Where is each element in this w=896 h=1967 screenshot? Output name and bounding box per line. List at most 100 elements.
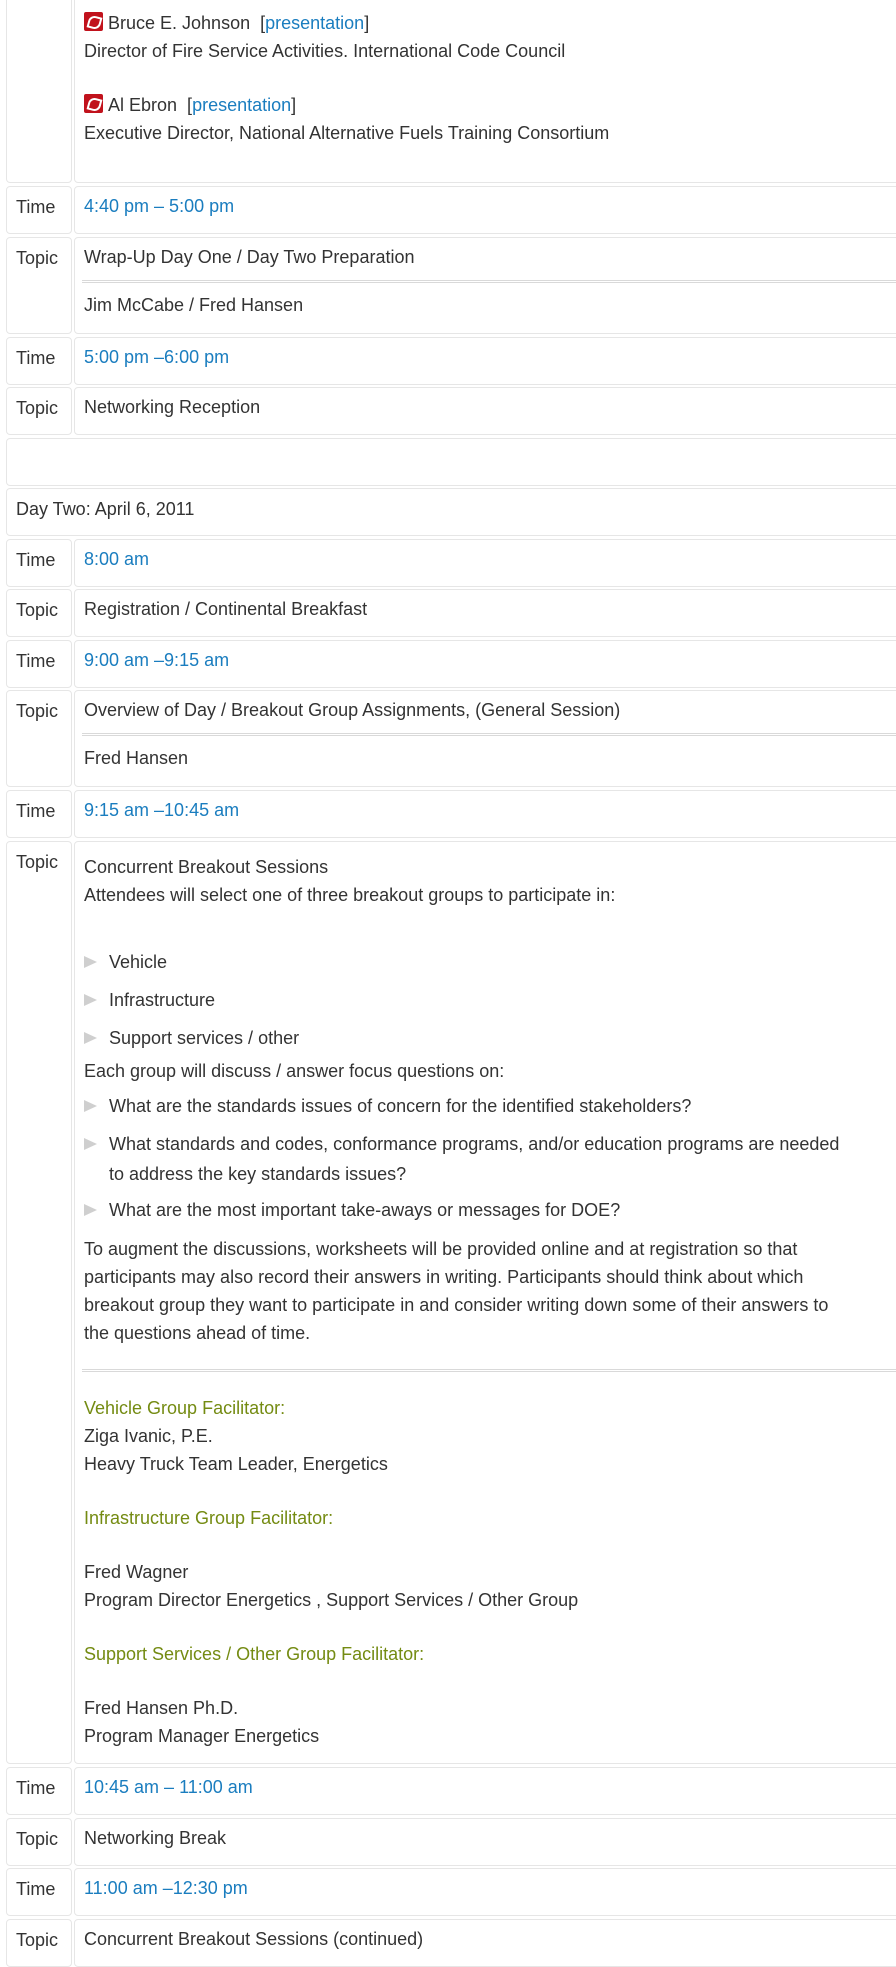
- topic-label: Topic: [6, 387, 72, 435]
- topic-title: Networking Reception: [84, 397, 261, 417]
- time-row: Time 9:00 am –9:15 am: [6, 640, 896, 688]
- time-cell: 11:00 am –12:30 pm: [74, 1868, 896, 1916]
- speakers-row: Bruce E. Johnson [presentation] Director…: [6, 0, 896, 183]
- topic-title: Wrap-Up Day One / Day Two Preparation: [84, 247, 415, 267]
- topic-label: Topic: [6, 841, 72, 1764]
- time-value: 11:00 am –12:30 pm: [84, 1878, 248, 1898]
- time-row: Time 11:00 am –12:30 pm: [6, 1868, 896, 1916]
- divider: [82, 280, 896, 283]
- time-label: Time: [6, 790, 72, 838]
- arrow-bullet-icon: [84, 1100, 97, 1112]
- facilitator-name: Fred Hansen Ph.D.: [84, 1698, 239, 1718]
- spacer-row: [6, 438, 896, 486]
- time-row: Time 8:00 am: [6, 539, 896, 587]
- topic-cell: Concurrent Breakout Sessions Attendees w…: [74, 841, 896, 1764]
- time-row: Time 5:00 pm –6:00 pm: [6, 337, 896, 385]
- topic-cell: Wrap-Up Day One / Day Two Preparation Ji…: [74, 237, 896, 334]
- topic-label: Topic: [6, 1818, 72, 1866]
- topic-row: Topic Networking Break: [6, 1818, 896, 1866]
- time-label: Time: [6, 640, 72, 688]
- arrow-bullet-icon: [84, 1204, 97, 1216]
- arrow-bullet-icon: [84, 994, 97, 1006]
- topic-label: Topic: [6, 690, 72, 787]
- speaker-name: Bruce E. Johnson: [108, 13, 251, 33]
- time-value: 4:40 pm – 5:00 pm: [84, 196, 235, 216]
- breakout-intro: Attendees will select one of three break…: [84, 885, 616, 905]
- topic-label: Topic: [6, 589, 72, 637]
- pdf-icon[interactable]: [84, 12, 103, 31]
- row-label-empty: [6, 0, 72, 183]
- topic-speakers: Jim McCabe / Fred Hansen: [84, 295, 304, 315]
- topic-title: Registration / Continental Breakfast: [84, 599, 368, 619]
- topic-label: Topic: [6, 1919, 72, 1967]
- divider: [82, 733, 896, 736]
- list-item: What are the most important take-aways o…: [84, 1195, 896, 1225]
- presentation-link[interactable]: presentation: [192, 95, 291, 115]
- speaker-title: Director of Fire Service Activities. Int…: [84, 41, 566, 61]
- facilitator-name: Ziga Ivanic, P.E.: [84, 1426, 213, 1446]
- time-cell: 8:00 am: [74, 539, 896, 587]
- topic-row: Topic Networking Reception: [6, 387, 896, 435]
- speaker-title: Executive Director, National Alternative…: [84, 123, 610, 143]
- time-value: 5:00 pm –6:00 pm: [84, 347, 230, 367]
- focus-intro: Each group will discuss / answer focus q…: [84, 1061, 505, 1081]
- pdf-icon[interactable]: [84, 94, 103, 113]
- time-row: Time 4:40 pm – 5:00 pm: [6, 186, 896, 234]
- time-row: Time 9:15 am –10:45 am: [6, 790, 896, 838]
- topic-row: Topic Wrap-Up Day One / Day Two Preparat…: [6, 237, 896, 334]
- topic-row: Topic Concurrent Breakout Sessions (cont…: [6, 1919, 896, 1967]
- time-value: 9:15 am –10:45 am: [84, 800, 240, 820]
- time-row: Time 10:45 am – 11:00 am: [6, 1767, 896, 1815]
- topic-speakers: Fred Hansen: [84, 748, 189, 768]
- topic-title: Concurrent Breakout Sessions (continued): [84, 1929, 424, 1949]
- list-item: Vehicle: [84, 947, 896, 977]
- topic-row: Topic Overview of Day / Breakout Group A…: [6, 690, 896, 787]
- topic-cell: Overview of Day / Breakout Group Assignm…: [74, 690, 896, 787]
- facilitator-heading: Infrastructure Group Facilitator:: [84, 1508, 334, 1528]
- topic-title: Networking Break: [84, 1828, 227, 1848]
- time-value: 10:45 am – 11:00 am: [84, 1777, 253, 1797]
- facilitator-heading: Support Services / Other Group Facilitat…: [84, 1644, 425, 1664]
- presentation-link[interactable]: presentation: [265, 13, 364, 33]
- topic-title: Concurrent Breakout Sessions: [84, 857, 329, 877]
- arrow-bullet-icon: [84, 956, 97, 968]
- facilitator-role: Heavy Truck Team Leader, Energetics: [84, 1454, 388, 1474]
- time-label: Time: [6, 1868, 72, 1916]
- arrow-bullet-icon: [84, 1032, 97, 1044]
- topic-cell: Networking Break: [74, 1818, 896, 1866]
- time-value: 8:00 am: [84, 549, 150, 569]
- time-label: Time: [6, 539, 72, 587]
- list-item: Infrastructure: [84, 985, 896, 1015]
- day-header: Day Two: April 6, 2011: [6, 488, 896, 536]
- speaker-name: Al Ebron: [108, 95, 178, 115]
- topic-row: Topic Concurrent Breakout Sessions Atten…: [6, 841, 896, 1764]
- spacer-cell: [6, 438, 896, 486]
- time-cell: 4:40 pm – 5:00 pm: [74, 186, 896, 234]
- facilitator-heading: Vehicle Group Facilitator:: [84, 1398, 286, 1418]
- speakers-cell: Bruce E. Johnson [presentation] Director…: [74, 0, 896, 183]
- breakout-paragraph: To augment the discussions, worksheets w…: [84, 1239, 829, 1343]
- topic-title: Overview of Day / Breakout Group Assignm…: [84, 700, 621, 720]
- time-cell: 9:15 am –10:45 am: [74, 790, 896, 838]
- topic-cell: Networking Reception: [74, 387, 896, 435]
- time-label: Time: [6, 1767, 72, 1815]
- topic-label: Topic: [6, 237, 72, 334]
- time-label: Time: [6, 337, 72, 385]
- time-cell: 5:00 pm –6:00 pm: [74, 337, 896, 385]
- agenda-table: Bruce E. Johnson [presentation] Director…: [0, 0, 896, 1967]
- topic-cell: Registration / Continental Breakfast: [74, 589, 896, 637]
- time-cell: 10:45 am – 11:00 am: [74, 1767, 896, 1815]
- day-header-row: Day Two: April 6, 2011: [6, 488, 896, 536]
- time-label: Time: [6, 186, 72, 234]
- arrow-bullet-icon: [84, 1138, 97, 1150]
- list-item: What standards and codes, conformance pr…: [84, 1129, 896, 1189]
- topic-row: Topic Registration / Continental Breakfa…: [6, 589, 896, 637]
- time-value: 9:00 am –9:15 am: [84, 650, 230, 670]
- divider: [82, 1369, 896, 1372]
- facilitator-name: Fred Wagner: [84, 1562, 189, 1582]
- time-cell: 9:00 am –9:15 am: [74, 640, 896, 688]
- facilitator-role: Program Director Energetics , Support Se…: [84, 1590, 579, 1610]
- topic-cell: Concurrent Breakout Sessions (continued): [74, 1919, 896, 1967]
- list-item: Support services / other: [84, 1023, 896, 1053]
- list-item: What are the standards issues of concern…: [84, 1091, 896, 1121]
